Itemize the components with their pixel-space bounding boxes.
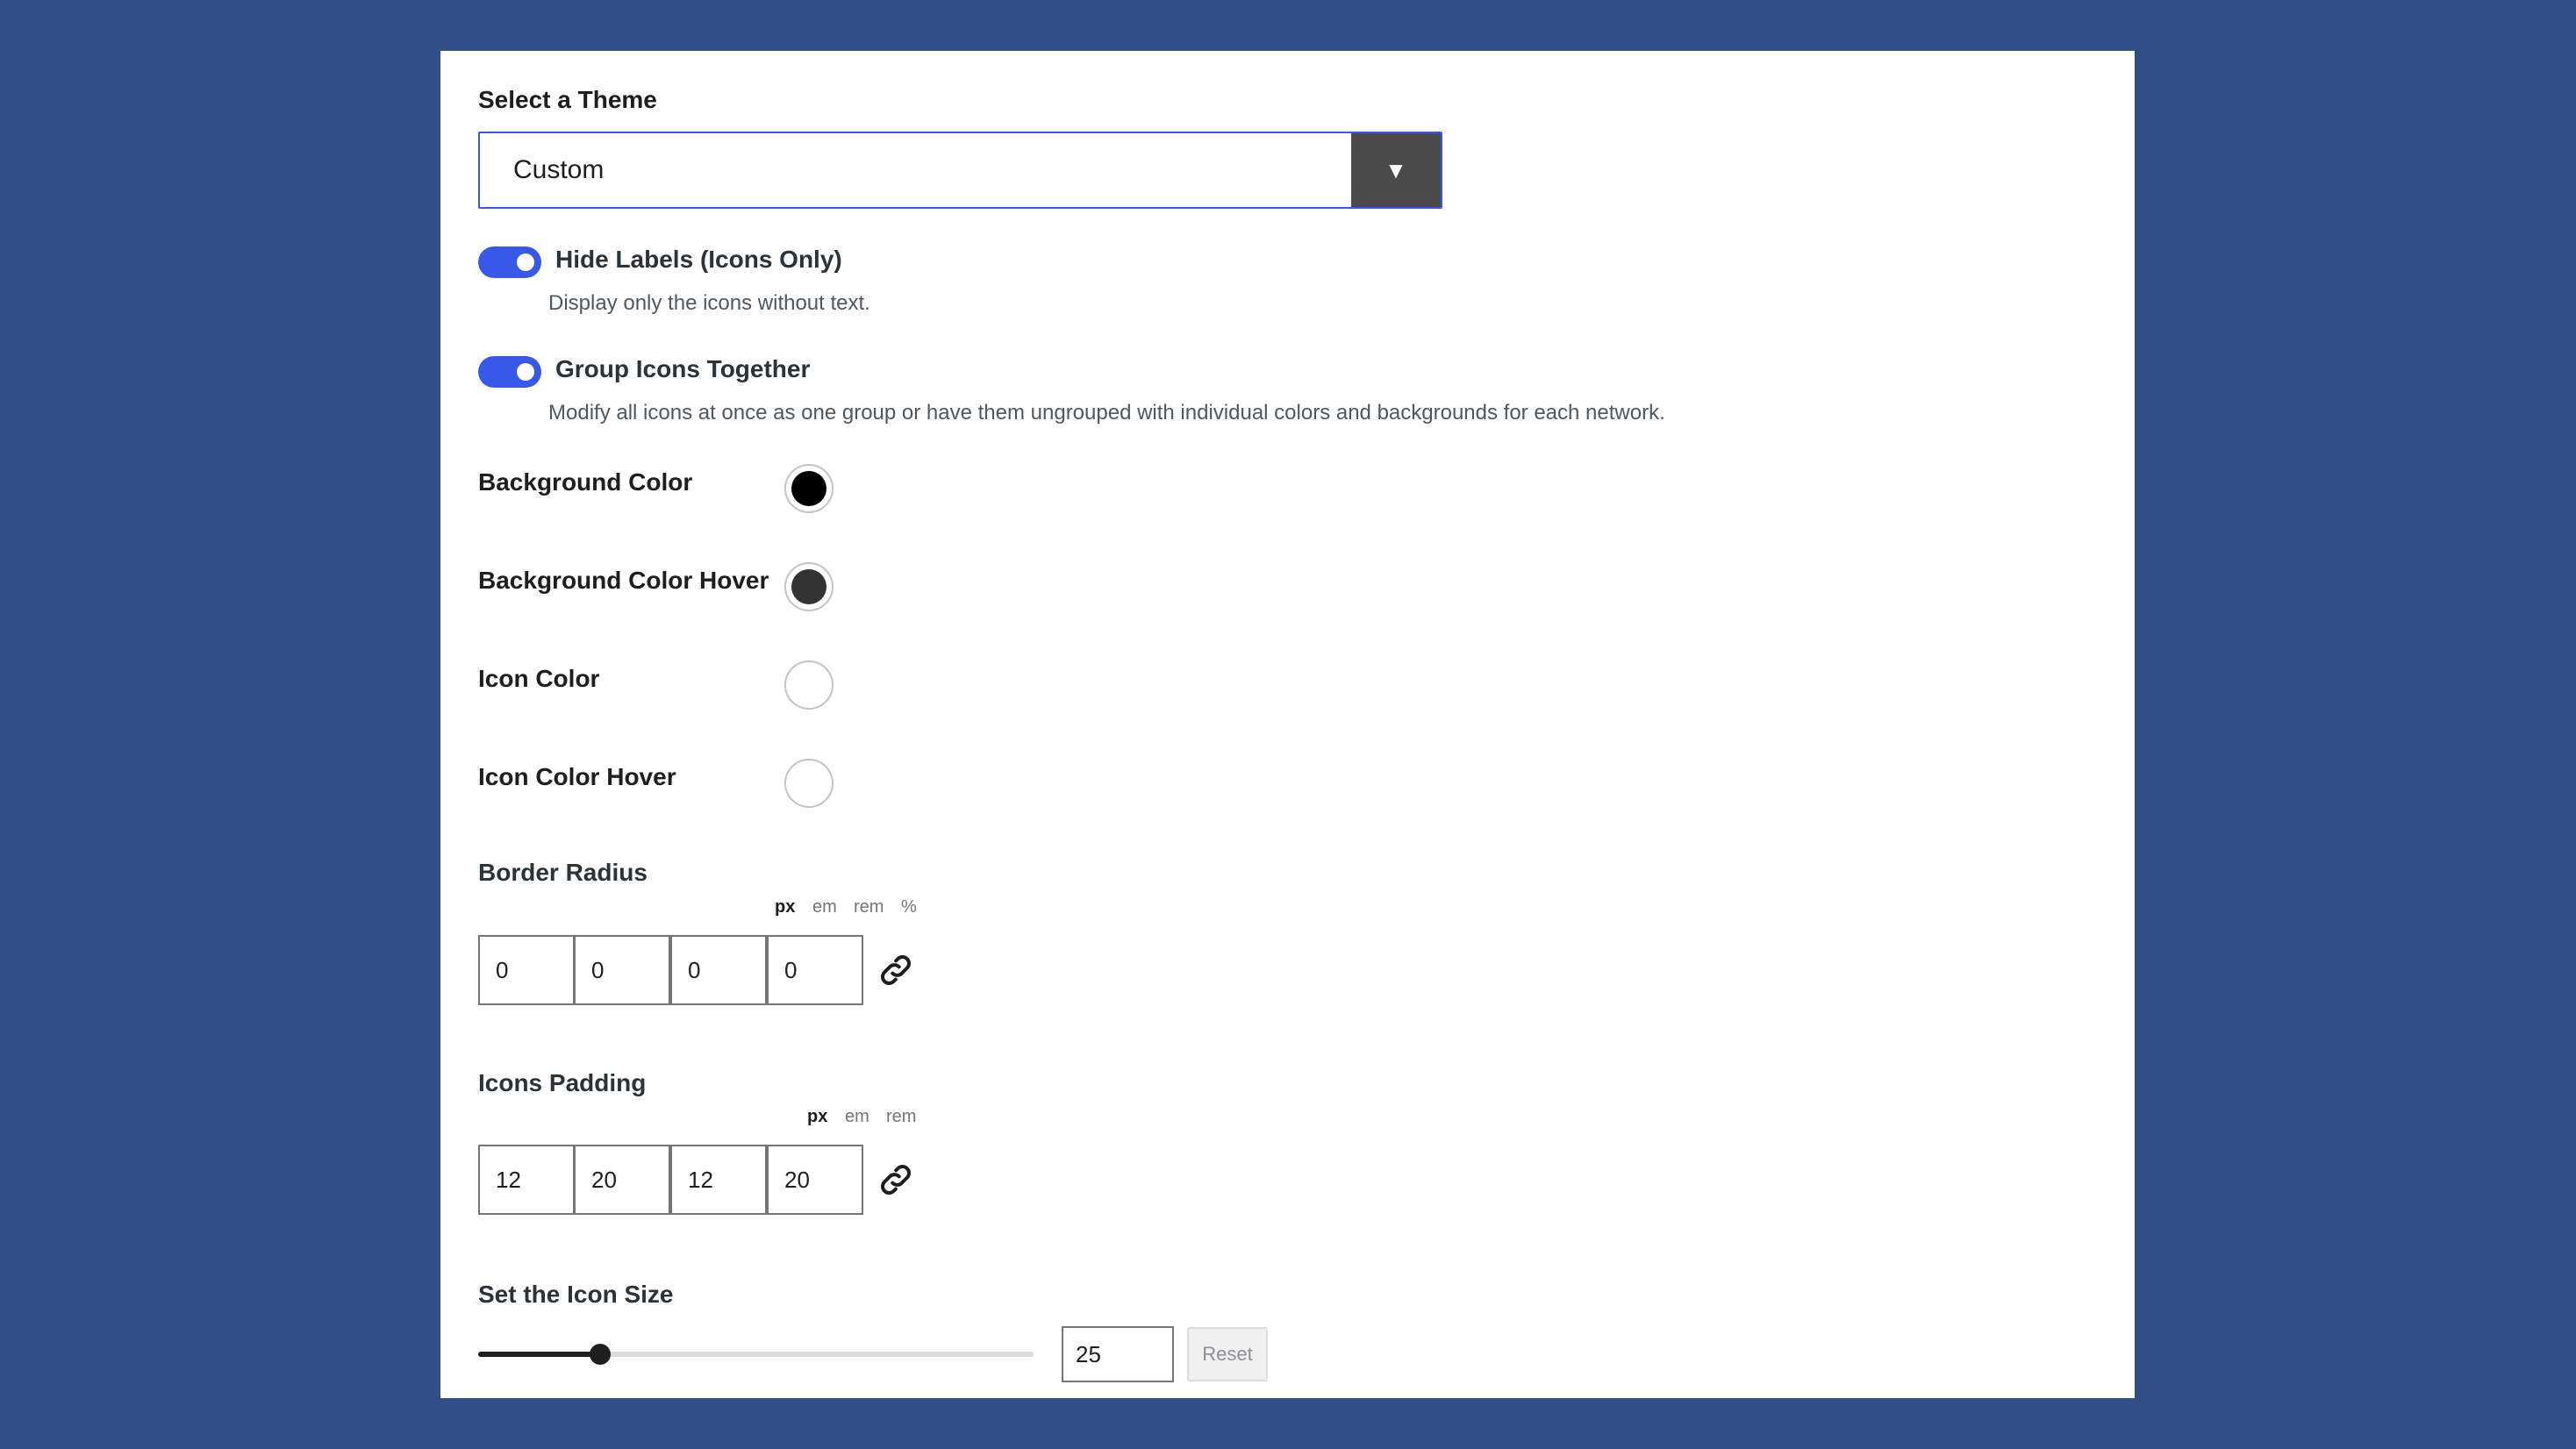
border-radius-label: Border Radius (478, 859, 648, 886)
icon-color-swatch[interactable] (784, 660, 834, 710)
group-icons-help: Modify all icons at once as one group or… (548, 401, 1665, 425)
icon-color-hover-swatch[interactable] (784, 759, 834, 808)
border-radius-right-input[interactable]: 0 (574, 935, 670, 1005)
theme-label: Select a Theme (478, 86, 657, 113)
theme-select[interactable]: Custom ▼ (478, 132, 1442, 209)
color-label-icon: Icon Color (478, 665, 600, 692)
icons-padding-left-input[interactable]: 20 (767, 1145, 863, 1215)
hide-labels-label: Hide Labels (Icons Only) (555, 246, 842, 273)
icons-padding-right-input[interactable]: 20 (574, 1145, 670, 1215)
swatch-fill (791, 569, 826, 604)
border-radius-bottom-input[interactable]: 0 (670, 935, 767, 1005)
icons-padding-unit-em[interactable]: em (845, 1107, 869, 1127)
swatch-fill (791, 766, 826, 801)
background-color-hover-swatch[interactable] (784, 562, 834, 611)
theme-select-value: Custom (513, 155, 605, 184)
hide-labels-help: Display only the icons without text. (548, 291, 870, 315)
color-label-background-hover: Background Color Hover (478, 567, 769, 594)
background-color-swatch[interactable] (784, 464, 834, 513)
color-label-icon-hover: Icon Color Hover (478, 763, 676, 790)
icon-size-slider-fill (478, 1352, 600, 1357)
icons-padding-unit-rem[interactable]: rem (886, 1107, 916, 1127)
settings-panel: Select a Theme Custom ▼ Hide Labels (Ico… (440, 51, 2135, 1398)
icons-padding-unit-px[interactable]: px (807, 1107, 827, 1127)
reset-button[interactable]: Reset (1187, 1327, 1268, 1381)
link-icon[interactable] (877, 1160, 915, 1199)
toggle-knob (517, 363, 534, 381)
icon-size-label: Set the Icon Size (478, 1281, 674, 1308)
border-radius-top-input[interactable]: 0 (478, 935, 575, 1005)
icons-padding-top-input[interactable]: 12 (478, 1145, 575, 1215)
color-label-background: Background Color (478, 468, 693, 496)
swatch-fill (791, 667, 826, 703)
icon-size-slider-track[interactable] (478, 1352, 1034, 1357)
icon-size-input[interactable]: 25 (1062, 1326, 1174, 1382)
icons-padding-bottom-input[interactable]: 12 (670, 1145, 767, 1215)
icons-padding-label: Icons Padding (478, 1069, 647, 1096)
border-radius-left-input[interactable]: 0 (767, 935, 863, 1005)
chevron-down-icon[interactable]: ▼ (1351, 133, 1441, 207)
border-radius-unit-rem[interactable]: rem (854, 897, 884, 917)
border-radius-unit-percent[interactable]: % (901, 897, 917, 917)
toggle-knob (517, 253, 534, 271)
hide-labels-toggle[interactable] (478, 246, 541, 278)
group-icons-toggle[interactable] (478, 356, 541, 388)
link-icon[interactable] (877, 951, 915, 989)
group-icons-label: Group Icons Together (555, 355, 811, 382)
border-radius-unit-em[interactable]: em (812, 897, 837, 917)
border-radius-unit-px[interactable]: px (775, 897, 795, 917)
swatch-fill (791, 471, 826, 506)
icon-size-slider-thumb[interactable] (590, 1344, 611, 1365)
